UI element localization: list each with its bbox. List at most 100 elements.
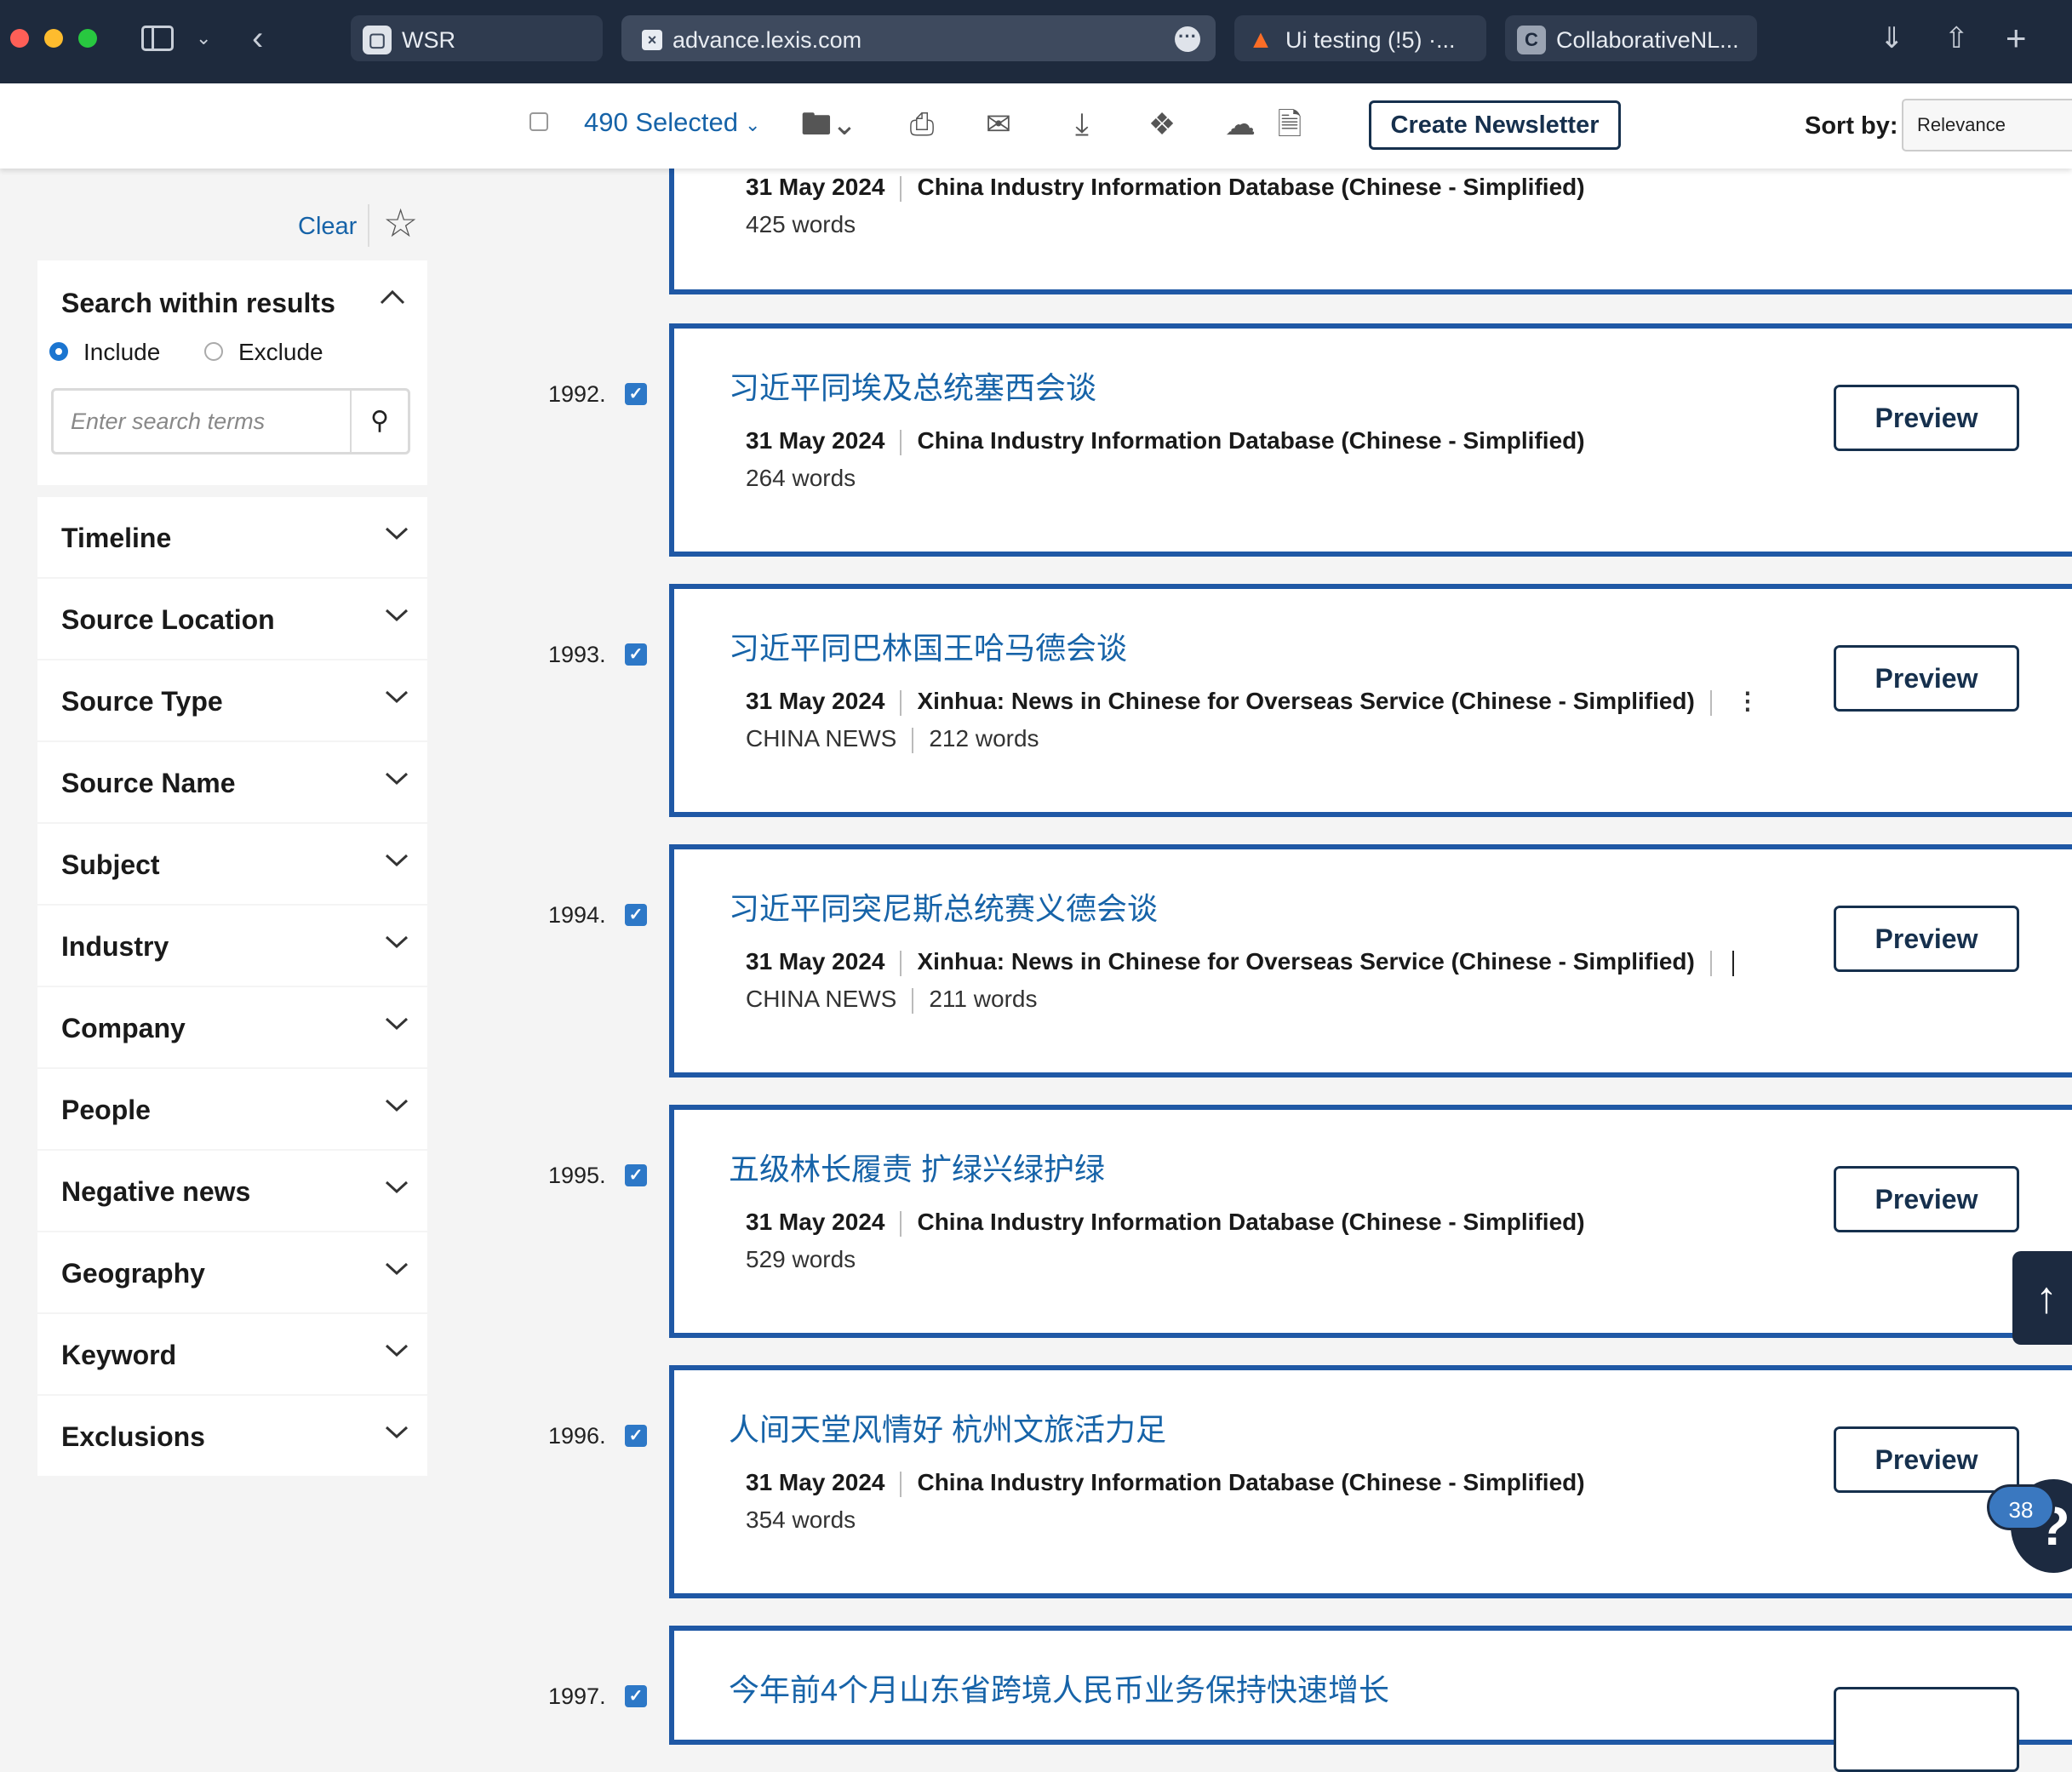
result-number: 1992.	[548, 381, 606, 407]
sidebar-toggle-icon[interactable]	[141, 26, 174, 51]
print-icon[interactable]: ⎙	[902, 106, 942, 143]
selected-dropdown[interactable]: 490 Selected ⌄	[584, 106, 760, 142]
result-source[interactable]: China Industry Information Database (Chi…	[917, 1469, 1584, 1495]
chevron-down-icon	[385, 1180, 409, 1194]
result-meta: 31 May 2024 Xinhua: News in Chinese for O…	[746, 686, 1760, 717]
chevron-down-icon	[385, 690, 409, 704]
result-card: 五级林长履责 扩绿兴绿护绿 31 May 2024 China Industry …	[669, 1105, 2072, 1338]
email-icon[interactable]: ✉	[979, 106, 1018, 143]
select-all-checkbox[interactable]	[529, 112, 548, 131]
facet-source-location[interactable]: Source Location	[37, 579, 427, 659]
download-icon[interactable]: ⤓	[1062, 106, 1102, 143]
tab-gitlab[interactable]: ▲ Ui testing (!5) ·...	[1234, 15, 1486, 61]
tab-wsr[interactable]: ▢ WSR	[351, 15, 603, 61]
close-window-button[interactable]	[10, 29, 29, 48]
preview-button[interactable]: Preview	[1834, 1426, 2019, 1493]
divider	[900, 429, 902, 455]
search-input[interactable]	[54, 391, 352, 452]
sort-select[interactable]: Relevance	[1902, 99, 2072, 151]
download-icon[interactable]: ⇓	[1880, 19, 1904, 58]
document-icon[interactable]: 🗎	[1270, 106, 1309, 143]
chevron-up-icon[interactable]	[378, 283, 407, 312]
facet-label: Company	[61, 1013, 186, 1043]
facet-geography[interactable]: Geography	[37, 1232, 427, 1312]
result-title-link[interactable]: 习近平同突尼斯总统赛义德会谈	[729, 890, 1158, 928]
facet-source-type[interactable]: Source Type	[37, 660, 427, 740]
wsr-favicon-icon: ▢	[363, 25, 392, 54]
facet-negative-news[interactable]: Negative news	[37, 1151, 427, 1231]
zoom-window-button[interactable]	[78, 29, 97, 48]
result-source[interactable]: Xinhua: News in Chinese for Overseas Ser…	[917, 688, 1694, 714]
result-words: 264 words	[746, 465, 856, 491]
notification-badge[interactable]: 38	[1987, 1484, 2055, 1530]
chevron-down-icon	[385, 854, 409, 867]
divider	[1731, 950, 1734, 976]
preview-button[interactable]: Preview	[1834, 645, 2019, 712]
preview-button[interactable]: Preview	[1834, 1166, 2019, 1232]
star-icon[interactable]: ☆	[383, 201, 418, 245]
result-source[interactable]: Xinhua: News in Chinese for Overseas Ser…	[917, 948, 1694, 975]
facet-label: Exclusions	[61, 1421, 205, 1452]
include-radio[interactable]	[49, 342, 68, 361]
back-icon[interactable]: ‹	[252, 19, 263, 58]
browser-chrome: ⌄ ‹ ▢ WSR × advance.lexis.com ··· ▲ Ui test…	[0, 0, 2072, 83]
search-within-box: ⚲	[51, 388, 410, 454]
facet-keyword[interactable]: Keyword	[37, 1314, 427, 1394]
facet-company[interactable]: Company	[37, 987, 427, 1067]
dropbox-icon[interactable]: ❖	[1142, 106, 1182, 143]
result-title-link[interactable]: 今年前4个月山东省跨境人民币业务保持快速增长	[729, 1672, 1389, 1709]
chevron-down-icon	[385, 1344, 409, 1358]
tab-lexis[interactable]: × advance.lexis.com ···	[621, 15, 1216, 61]
facet-label: Timeline	[61, 523, 172, 553]
result-checkbox[interactable]: ✓	[625, 383, 647, 405]
clear-filters-link[interactable]: Clear	[298, 209, 357, 243]
result-source[interactable]: China Industry Information Database (Chi…	[917, 174, 1584, 200]
new-tab-icon[interactable]: +	[2006, 19, 2027, 58]
tab-collaborative[interactable]: C CollaborativeNL...	[1505, 15, 1757, 61]
result-words: 529 words	[746, 1246, 856, 1272]
facet-people[interactable]: People	[37, 1069, 427, 1149]
result-title-link[interactable]: 习近平同巴林国王哈马德会谈	[729, 630, 1127, 667]
preview-button[interactable]: Preview	[1834, 385, 2019, 451]
result-title-link[interactable]: 五级林长履责 扩绿兴绿护绿	[729, 1151, 1105, 1188]
scroll-to-top-icon[interactable]: ↑	[2012, 1251, 2072, 1345]
facet-label: Subject	[61, 849, 160, 880]
create-newsletter-button[interactable]: Create Newsletter	[1369, 100, 1621, 150]
result-title-link[interactable]: 习近平同埃及总统塞西会谈	[729, 369, 1096, 407]
result-date: 31 May 2024	[746, 1469, 885, 1495]
result-meta: 31 May 2024 China Industry Information Da…	[746, 172, 1585, 203]
preview-button[interactable]: Preview	[1834, 906, 2019, 972]
result-number: 1997.	[548, 1683, 606, 1709]
search-within-results-panel: Search within results Include Exclude ⚲	[37, 260, 427, 485]
more-options-icon[interactable]: ···	[1175, 26, 1200, 52]
cloud-icon[interactable]: ☁	[1221, 106, 1260, 143]
result-checkbox[interactable]: ✓	[625, 1685, 647, 1707]
gitlab-favicon-icon: ▲	[1248, 25, 1274, 54]
result-title-link[interactable]: 人间天堂风情好 杭州文旅活力足	[729, 1411, 1166, 1449]
folder-icon[interactable]: 🖿⌄	[795, 106, 863, 143]
facet-industry[interactable]: Industry	[37, 906, 427, 986]
search-icon[interactable]: ⚲	[350, 391, 408, 452]
chevron-down-icon[interactable]: ⌄	[196, 19, 211, 58]
minimize-window-button[interactable]	[44, 29, 63, 48]
facet-timeline[interactable]: Timeline	[37, 497, 427, 577]
result-meta: 31 May 2024 China Industry Information Da…	[746, 1467, 1585, 1498]
result-source[interactable]: China Industry Information Database (Chi…	[917, 427, 1584, 454]
result-checkbox[interactable]: ✓	[625, 643, 647, 666]
facet-exclusions[interactable]: Exclusions	[37, 1396, 427, 1476]
facet-subject[interactable]: Subject	[37, 824, 427, 904]
share-icon[interactable]: ⇧	[1944, 19, 1969, 58]
facet-label: Source Name	[61, 768, 236, 798]
result-source[interactable]: China Industry Information Database (Chi…	[917, 1209, 1584, 1235]
more-vertical-icon[interactable]: ⋮	[1736, 686, 1760, 717]
preview-button[interactable]	[1834, 1687, 2019, 1772]
chevron-down-icon	[385, 609, 409, 622]
result-checkbox[interactable]: ✓	[625, 904, 647, 926]
tab-label: CollaborativeNL...	[1556, 26, 1739, 53]
exclude-radio[interactable]	[204, 342, 223, 361]
result-number: 1995.	[548, 1163, 606, 1188]
facet-source-name[interactable]: Source Name	[37, 742, 427, 822]
result-date: 31 May 2024	[746, 688, 885, 714]
result-checkbox[interactable]: ✓	[625, 1425, 647, 1447]
result-checkbox[interactable]: ✓	[625, 1164, 647, 1186]
